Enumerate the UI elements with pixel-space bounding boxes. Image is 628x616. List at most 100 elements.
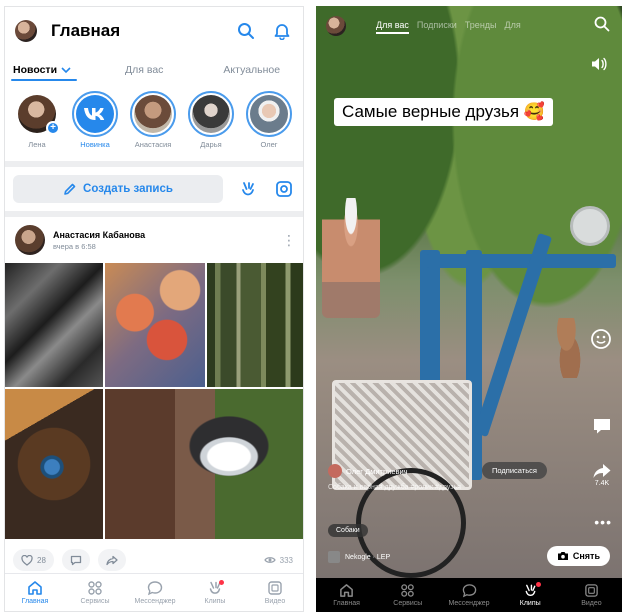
- views-counter: 333: [263, 556, 297, 565]
- nav-label: Клипы: [519, 600, 541, 607]
- photo-thumbnail[interactable]: [5, 389, 103, 539]
- tab-news[interactable]: Новости: [5, 55, 79, 85]
- notification-dot: [535, 582, 541, 587]
- nav-clips[interactable]: Клипы: [500, 578, 561, 612]
- comment-button[interactable]: [61, 549, 90, 571]
- vk-logo-icon: [76, 95, 114, 133]
- sound-button[interactable]: [590, 56, 608, 77]
- camera-story-button[interactable]: [271, 176, 297, 202]
- music-cover: [328, 551, 340, 563]
- feed-tabs: Новости Для вас Актуальное: [5, 55, 303, 85]
- create-post-label: Создать запись: [83, 183, 173, 195]
- nav-clips[interactable]: Клипы: [185, 574, 245, 611]
- feed-screen: Главная Новости Для вас Актуальное + Лен…: [4, 6, 304, 612]
- pencil-icon: [64, 183, 76, 195]
- story-item[interactable]: Олег: [245, 91, 293, 161]
- nav-label: Сервисы: [393, 600, 423, 607]
- clip-caption: Самые верные друзья 🥰: [334, 98, 553, 126]
- volume-icon: [592, 57, 607, 71]
- avatar[interactable]: [15, 225, 45, 255]
- clip-author[interactable]: Олег Дмитриевич: [328, 464, 408, 478]
- notifications-button[interactable]: [269, 18, 295, 44]
- story-ring: [130, 91, 176, 137]
- scene-shape: [426, 254, 616, 268]
- nav-label: Видео: [264, 598, 286, 605]
- nav-video[interactable]: Видео: [561, 578, 622, 612]
- tab-actual[interactable]: Актуальное: [215, 55, 288, 85]
- clip-video[interactable]: [316, 6, 622, 578]
- more-icon: •••: [594, 514, 612, 530]
- tab-label: Для вас: [125, 64, 164, 76]
- post-author[interactable]: Анастасия Кабанова: [53, 230, 282, 240]
- comments-action[interactable]: [592, 416, 612, 436]
- like-count: 28: [37, 555, 46, 565]
- nav-label: Видео: [581, 600, 602, 607]
- shoot-button[interactable]: Снять: [546, 546, 610, 566]
- story-label: Лена: [28, 140, 46, 149]
- photo-thumbnail[interactable]: [5, 263, 103, 387]
- nav-label: Мессенджер: [134, 598, 176, 605]
- nav-messenger[interactable]: Мессенджер: [438, 578, 499, 612]
- post-time: вчера в 6:58: [53, 241, 96, 251]
- comment-icon: [70, 555, 82, 565]
- clips-screen: Для вас Подписки Тренды Для Самые верные…: [316, 6, 622, 612]
- heart-icon: [21, 554, 33, 566]
- nav-services[interactable]: Сервисы: [377, 578, 438, 612]
- tab-for-you[interactable]: Для вас: [376, 20, 409, 34]
- bottom-nav: Главная Сервисы Мессенджер Клипы Видео: [316, 578, 622, 612]
- story-item[interactable]: + Лена: [13, 91, 61, 161]
- nav-messenger[interactable]: Мессенджер: [125, 574, 185, 611]
- tab-more[interactable]: Для: [505, 20, 521, 34]
- share-count: 7.4K: [594, 480, 610, 487]
- emoji-react-icon[interactable]: [590, 328, 612, 350]
- profile-avatar[interactable]: [15, 20, 37, 42]
- like-button[interactable]: 28: [13, 549, 54, 571]
- story-item[interactable]: Дарья: [187, 91, 235, 161]
- photo-thumbnail[interactable]: [207, 263, 303, 387]
- chevron-down-icon: [61, 67, 71, 74]
- tab-for-you[interactable]: Для вас: [117, 55, 171, 85]
- add-story-icon: +: [46, 121, 60, 135]
- nav-services[interactable]: Сервисы: [65, 574, 125, 611]
- post-meta: Анастасия Кабанова вчера в 6:58: [53, 230, 282, 251]
- share-button[interactable]: [97, 549, 126, 571]
- photo-thumbnail[interactable]: [105, 389, 303, 539]
- screenshot-canvas: Главная Новости Для вас Актуальное + Лен…: [0, 0, 628, 616]
- tab-subscriptions[interactable]: Подписки: [417, 20, 457, 34]
- tab-label: Актуальное: [223, 64, 281, 76]
- clip-button[interactable]: [235, 176, 261, 202]
- profile-avatar[interactable]: [326, 16, 346, 36]
- more-icon[interactable]: ⋮: [282, 232, 296, 249]
- story-ring: [246, 91, 292, 137]
- stories-row: + Лена Новинка Анастасия Дарья Олег: [5, 85, 303, 161]
- story-ring: +: [14, 91, 60, 137]
- tab-trends[interactable]: Тренды: [465, 20, 497, 34]
- avatar: [134, 95, 172, 133]
- avatar: [328, 464, 342, 478]
- services-icon: [88, 581, 102, 595]
- create-post-button[interactable]: Создать запись: [13, 175, 223, 203]
- nav-home[interactable]: Главная: [5, 574, 65, 611]
- subscribe-button[interactable]: Подписаться: [482, 462, 547, 479]
- story-item[interactable]: Новинка: [71, 91, 119, 161]
- scene-shape: [322, 198, 380, 318]
- services-icon: [401, 584, 415, 597]
- share-action[interactable]: 7.4K: [592, 462, 612, 487]
- search-button[interactable]: [594, 16, 610, 37]
- notification-dot: [219, 580, 224, 585]
- nav-video[interactable]: Видео: [245, 574, 303, 611]
- story-ring: [72, 91, 118, 137]
- clips-tabs: Для вас Подписки Тренды Для: [376, 20, 521, 34]
- eye-icon: [263, 557, 276, 563]
- clip-tag[interactable]: Собаки: [328, 524, 368, 537]
- nav-home[interactable]: Главная: [316, 578, 377, 612]
- clip-music[interactable]: Nekogle · LEP: [328, 551, 390, 563]
- nav-label: Сервисы: [80, 598, 110, 605]
- story-label: Анастасия: [134, 140, 172, 149]
- story-item[interactable]: Анастасия: [129, 91, 177, 161]
- more-action[interactable]: •••: [594, 514, 612, 530]
- camera-icon: [557, 552, 568, 560]
- photo-thumbnail[interactable]: [105, 263, 205, 387]
- search-button[interactable]: [233, 18, 259, 44]
- scene-shape: [552, 318, 588, 378]
